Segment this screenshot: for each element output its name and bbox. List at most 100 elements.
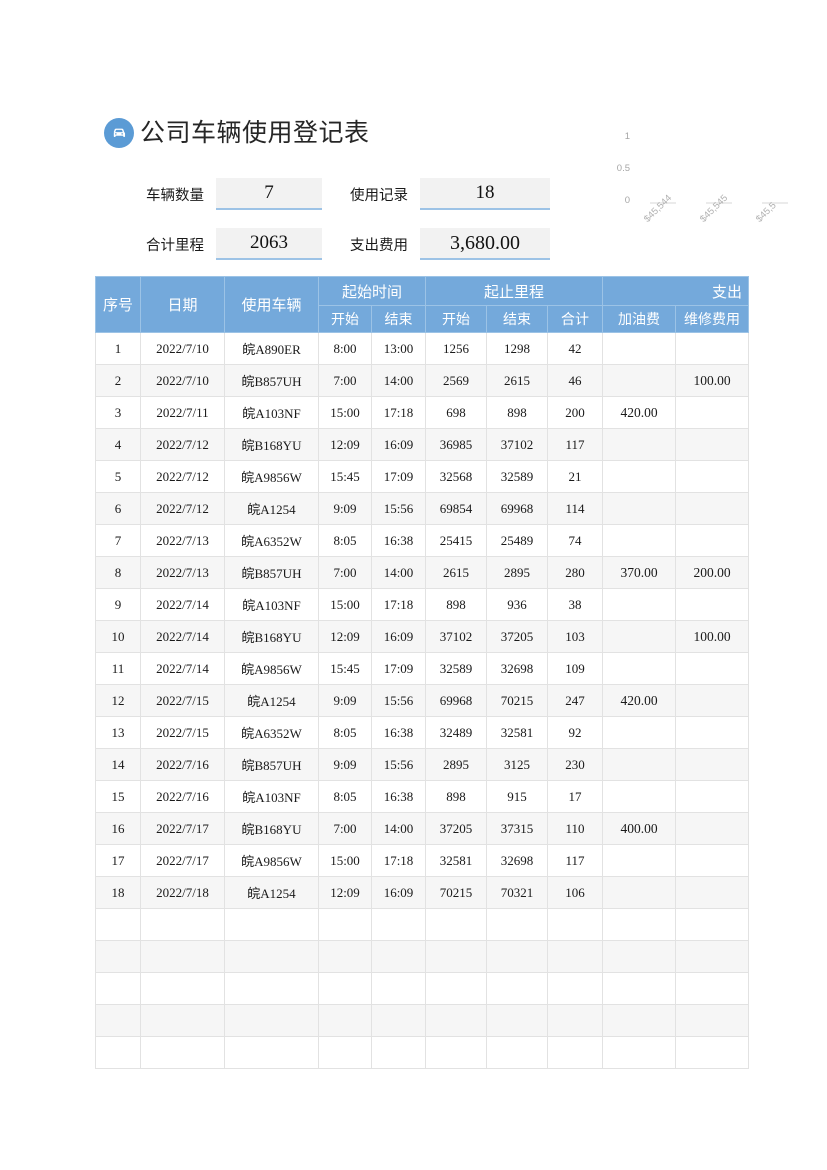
cell-mileage-end[interactable]: 32589 xyxy=(486,460,549,493)
cell-mileage-total[interactable]: 247 xyxy=(547,684,604,717)
cell-time-start[interactable] xyxy=(318,972,372,1005)
col-header-time-group[interactable]: 起始时间 xyxy=(317,276,427,306)
cell-repair-cost[interactable] xyxy=(675,492,750,525)
col-header-vehicle[interactable]: 使用车辆 xyxy=(224,276,319,333)
cell-mileage-total[interactable]: 103 xyxy=(547,620,604,653)
table-row[interactable] xyxy=(95,940,750,973)
cell-vehicle[interactable]: 皖B857UH xyxy=(224,364,319,397)
cell-time-start[interactable]: 7:00 xyxy=(318,812,372,845)
cell-time-start[interactable]: 12:09 xyxy=(318,428,372,461)
cell-vehicle[interactable] xyxy=(224,1004,319,1037)
cell-fuel-cost[interactable] xyxy=(602,588,677,621)
table-row[interactable]: 13 2022/7/15 皖A6352W 8:05 16:38 32489 32581 92 xyxy=(95,716,750,749)
cell-index[interactable]: 18 xyxy=(95,876,141,909)
col-header-mileage-end[interactable]: 结束 xyxy=(486,305,549,333)
cell-time-end[interactable]: 14:00 xyxy=(370,812,427,845)
cell-fuel-cost[interactable]: 420.00 xyxy=(602,396,677,429)
cell-time-start[interactable]: 15:00 xyxy=(318,844,372,877)
cell-index[interactable] xyxy=(95,940,141,973)
cell-time-end[interactable]: 16:09 xyxy=(370,876,427,909)
cell-repair-cost[interactable] xyxy=(675,588,750,621)
cell-mileage-total[interactable] xyxy=(547,972,604,1005)
cell-time-end[interactable]: 14:00 xyxy=(370,556,427,589)
cell-mileage-end[interactable]: 915 xyxy=(486,780,549,813)
table-row[interactable]: 15 2022/7/16 皖A103NF 8:05 16:38 898 915 17 xyxy=(95,780,750,813)
cell-index[interactable]: 8 xyxy=(95,556,141,589)
cell-date[interactable]: 2022/7/11 xyxy=(140,396,225,429)
cell-mileage-start[interactable]: 70215 xyxy=(425,876,488,909)
cell-time-start[interactable]: 15:00 xyxy=(318,396,372,429)
cell-time-end[interactable]: 16:09 xyxy=(370,428,427,461)
cell-mileage-total[interactable]: 42 xyxy=(547,332,604,365)
cell-index[interactable]: 3 xyxy=(95,396,141,429)
table-row[interactable]: 9 2022/7/14 皖A103NF 15:00 17:18 898 936 38 xyxy=(95,588,750,621)
cell-mileage-start[interactable] xyxy=(425,1004,488,1037)
cell-fuel-cost[interactable] xyxy=(602,332,677,365)
cell-time-end[interactable]: 17:18 xyxy=(370,396,427,429)
cell-mileage-start[interactable]: 37102 xyxy=(425,620,488,653)
cell-index[interactable]: 17 xyxy=(95,844,141,877)
cell-mileage-end[interactable]: 69968 xyxy=(486,492,549,525)
cell-time-end[interactable]: 16:09 xyxy=(370,620,427,653)
cell-date[interactable]: 2022/7/14 xyxy=(140,620,225,653)
cell-mileage-start[interactable]: 37205 xyxy=(425,812,488,845)
cell-fuel-cost[interactable] xyxy=(602,876,677,909)
cell-fuel-cost[interactable] xyxy=(602,652,677,685)
table-row[interactable]: 4 2022/7/12 皖B168YU 12:09 16:09 36985 37102 117 xyxy=(95,428,750,461)
table-row[interactable]: 2 2022/7/10 皖B857UH 7:00 14:00 2569 2615 46 100.… xyxy=(95,364,750,397)
cell-time-end[interactable]: 17:18 xyxy=(370,588,427,621)
cell-vehicle[interactable]: 皖A6352W xyxy=(224,524,319,557)
cell-mileage-total[interactable]: 46 xyxy=(547,364,604,397)
table-row[interactable]: 1 2022/7/10 皖A890ER 8:00 13:00 1256 1298 42 xyxy=(95,332,750,365)
table-row[interactable]: 11 2022/7/14 皖A9856W 15:45 17:09 32589 32698 10… xyxy=(95,652,750,685)
cell-mileage-start[interactable]: 69968 xyxy=(425,684,488,717)
cell-date[interactable]: 2022/7/13 xyxy=(140,524,225,557)
cell-index[interactable]: 15 xyxy=(95,780,141,813)
cell-time-start[interactable]: 15:45 xyxy=(318,460,372,493)
cell-vehicle[interactable]: 皖B168YU xyxy=(224,620,319,653)
table-row[interactable]: 5 2022/7/12 皖A9856W 15:45 17:09 32568 32589 21 xyxy=(95,460,750,493)
cell-repair-cost[interactable] xyxy=(675,1004,750,1037)
cell-repair-cost[interactable] xyxy=(675,396,750,429)
cell-vehicle[interactable]: 皖A9856W xyxy=(224,844,319,877)
cell-repair-cost[interactable] xyxy=(675,780,750,813)
cell-vehicle[interactable]: 皖B857UH xyxy=(224,556,319,589)
cell-mileage-end[interactable]: 37205 xyxy=(486,620,549,653)
cell-fuel-cost[interactable] xyxy=(602,620,677,653)
cell-fuel-cost[interactable] xyxy=(602,748,677,781)
table-row[interactable]: 12 2022/7/15 皖A1254 9:09 15:56 69968 70215 247 4… xyxy=(95,684,750,717)
cell-time-start[interactable]: 12:09 xyxy=(318,620,372,653)
cell-mileage-end[interactable]: 70321 xyxy=(486,876,549,909)
cell-time-start[interactable]: 7:00 xyxy=(318,556,372,589)
table-row[interactable]: 10 2022/7/14 皖B168YU 12:09 16:09 37102 37205 10… xyxy=(95,620,750,653)
cell-mileage-total[interactable]: 38 xyxy=(547,588,604,621)
cell-fuel-cost[interactable] xyxy=(602,492,677,525)
cell-mileage-start[interactable]: 32581 xyxy=(425,844,488,877)
cell-time-start[interactable]: 8:00 xyxy=(318,332,372,365)
cell-mileage-end[interactable]: 2615 xyxy=(486,364,549,397)
cell-mileage-start[interactable]: 32568 xyxy=(425,460,488,493)
cell-vehicle[interactable]: 皖A103NF xyxy=(224,780,319,813)
cell-mileage-start[interactable]: 698 xyxy=(425,396,488,429)
cell-mileage-end[interactable]: 1298 xyxy=(486,332,549,365)
stat-value-vehicle-count[interactable]: 7 xyxy=(216,178,322,210)
cell-fuel-cost[interactable] xyxy=(602,780,677,813)
cell-index[interactable]: 13 xyxy=(95,716,141,749)
cell-mileage-start[interactable]: 2569 xyxy=(425,364,488,397)
cell-repair-cost[interactable]: 100.00 xyxy=(675,620,750,653)
cell-index[interactable] xyxy=(95,908,141,941)
cell-fuel-cost[interactable] xyxy=(602,428,677,461)
table-row[interactable] xyxy=(95,1004,750,1037)
cell-fuel-cost[interactable]: 370.00 xyxy=(602,556,677,589)
col-header-mileage-group[interactable]: 起止里程 xyxy=(425,276,604,306)
cell-fuel-cost[interactable] xyxy=(602,460,677,493)
cell-repair-cost[interactable] xyxy=(675,812,750,845)
cell-mileage-start[interactable]: 32589 xyxy=(425,652,488,685)
cell-date[interactable]: 2022/7/12 xyxy=(140,492,225,525)
stat-value-usage-records[interactable]: 18 xyxy=(420,178,550,210)
cell-date[interactable]: 2022/7/16 xyxy=(140,748,225,781)
cell-date[interactable]: 2022/7/16 xyxy=(140,780,225,813)
cell-index[interactable]: 5 xyxy=(95,460,141,493)
cell-mileage-start[interactable] xyxy=(425,972,488,1005)
cell-repair-cost[interactable] xyxy=(675,524,750,557)
